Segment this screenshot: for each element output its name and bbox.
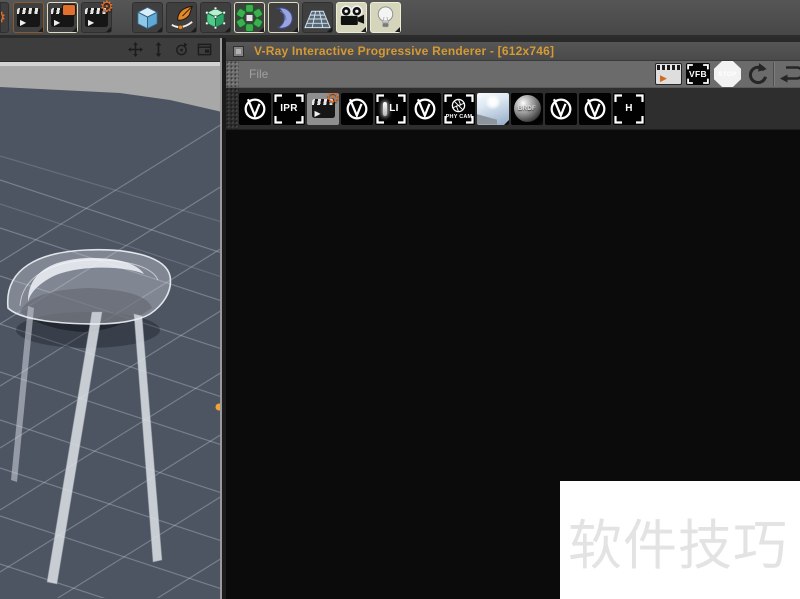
rotate-icon[interactable] [174,42,189,57]
vray-material-button[interactable] [341,92,373,125]
pan-icon[interactable] [128,42,143,57]
window-icon [233,45,244,57]
gear-icon: ⚙ [99,0,114,16]
render-settings-button[interactable]: ⚙ [307,92,339,125]
ipr-label: IPR [280,103,298,114]
aperture-wrap: PHY CAM [446,98,473,120]
li-label: LI [389,103,399,114]
aperture-icon [452,98,466,112]
floor-button[interactable] [302,2,333,33]
sun-sky-button[interactable] [477,92,509,125]
viewport-panel [0,38,222,599]
history-button[interactable]: H [613,92,645,125]
vray-logo-icon [550,98,572,119]
menu-file[interactable]: File [249,67,268,81]
drag-grip[interactable] [226,88,239,129]
vray-tool-button[interactable] [545,92,577,125]
brdf-label: BRDF [517,105,537,112]
gear-icon: ⚙ [1,9,6,26]
vfb-menubar: File VFB STOP [226,61,800,88]
h-label: H [625,103,633,114]
camera-button[interactable] [336,2,367,33]
render-settings-button[interactable]: ⚙ [81,0,114,33]
scene-3d [0,62,220,598]
picture-icon [62,4,76,16]
vray-logo-icon [414,98,436,119]
bend-deformer-button[interactable] [268,2,299,33]
cloner-icon [236,3,263,32]
swap-ab-button[interactable] [779,62,800,86]
vfb-label: VFB [689,69,707,79]
editable-cube-icon [205,6,226,29]
brdf-material-button[interactable]: BRDF [511,92,543,125]
deformer-icon [275,6,293,29]
watermark-block: 软件技巧 [560,481,800,599]
vfb-titlebar[interactable]: V-Ray Interactive Progressive Renderer -… [226,42,800,61]
pen-icon [171,5,193,30]
drag-grip[interactable] [226,61,239,87]
render-to-picture-viewer-button[interactable] [47,2,78,33]
make-editable-button[interactable] [200,2,231,33]
add-cube-button[interactable] [132,2,163,33]
light-button[interactable] [370,2,401,33]
vray-logo-icon [244,98,266,119]
vray-object-button[interactable] [409,92,441,125]
refresh-button[interactable] [745,62,769,86]
viewport-canvas[interactable] [0,62,220,598]
vfb-toggle-button[interactable]: VFB [686,63,710,85]
stop-button[interactable]: STOP [714,61,741,87]
clapperboard-icon [17,8,40,27]
render-view-button[interactable] [13,2,44,33]
viewport-header [0,38,220,62]
chrome-sphere-icon: BRDF [513,95,541,122]
vray-options-button[interactable] [239,92,271,125]
return-arrow-icon [780,66,800,83]
ipr-button[interactable]: IPR [273,92,305,125]
light-plane-icon [383,101,388,116]
partial-gear-icon[interactable]: ⚙ [0,2,9,33]
render-button[interactable] [655,63,682,85]
physical-camera-button[interactable]: PHY CAM [443,92,475,125]
window-title: V-Ray Interactive Progressive Renderer -… [254,44,555,58]
phy-cam-label: PHY CAM [445,113,473,120]
main-toolbar: ⚙ ⚙ [0,0,800,38]
pen-spline-button[interactable] [166,2,197,33]
watermark-text: 软件技巧 [568,515,788,576]
cube-icon [136,6,159,29]
vray-logo-icon [584,98,606,119]
vfb-toolbar: IPR ⚙ LI [226,88,800,130]
stop-label: STOP [718,70,737,78]
floor-grid-icon [304,10,331,28]
vray-logo-icon [346,98,368,119]
menubar-buttons: VFB STOP [655,61,800,87]
light-bulb-icon [377,5,394,27]
screen: ⚙ ⚙ [0,0,800,599]
maximize-icon[interactable] [197,42,212,57]
camera-icon [340,4,365,25]
mograph-cloner-button[interactable] [234,2,265,33]
dolly-icon[interactable] [151,42,166,57]
separator [773,62,775,86]
vray-tool-button-2[interactable] [579,92,611,125]
sun-icon [485,93,501,110]
vray-light-button[interactable]: LI [375,92,407,125]
gear-icon: ⚙ [325,92,339,107]
